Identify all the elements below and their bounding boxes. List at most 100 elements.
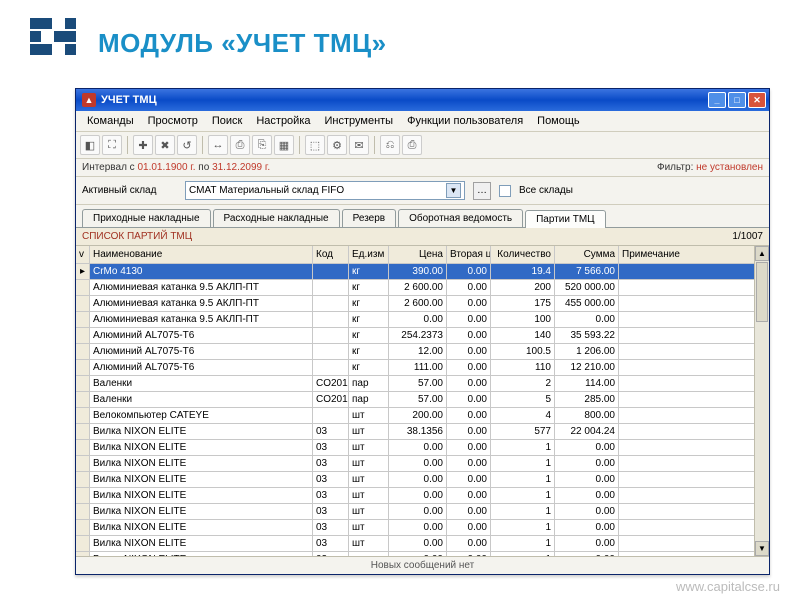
cell xyxy=(619,424,769,439)
table-row[interactable]: Вилка NIXON ELITE03шт0.000.0010.00 xyxy=(76,488,769,504)
table-row[interactable]: Вилка NIXON ELITE03шт0.000.0010.00 xyxy=(76,536,769,552)
toolbar-button-4[interactable]: ↺ xyxy=(177,135,197,155)
cell: 175 xyxy=(491,296,555,311)
tabs: Приходные накладныеРасходные накладныеРе… xyxy=(76,205,769,228)
tab-0[interactable]: Приходные накладные xyxy=(82,209,211,227)
col-qty[interactable]: Количество xyxy=(491,246,555,263)
toolbar-button-10[interactable]: ⚙ xyxy=(327,135,347,155)
cell: 22 004.24 xyxy=(555,424,619,439)
cell xyxy=(76,328,90,343)
cell: 1 xyxy=(491,552,555,556)
cell: 0.00 xyxy=(555,536,619,551)
list-title: СПИСОК ПАРТИЙ ТМЦ xyxy=(82,231,192,242)
toolbar-button-0[interactable]: ◧ xyxy=(80,135,100,155)
cell: 1 xyxy=(491,536,555,551)
cell xyxy=(619,392,769,407)
cell xyxy=(76,472,90,487)
table-row[interactable]: Вилка NIXON ELITE03шт0.000.0010.00 xyxy=(76,520,769,536)
col-note[interactable]: Примечание xyxy=(619,246,769,263)
tab-2[interactable]: Резерв xyxy=(342,209,396,227)
cell: шт xyxy=(349,504,389,519)
menu-item-2[interactable]: Поиск xyxy=(205,113,249,129)
toolbar-button-6[interactable]: ⎙ xyxy=(230,135,250,155)
scroll-up-icon[interactable]: ▲ xyxy=(755,246,769,261)
table-row[interactable]: Алюминиевая катанка 9.5 АКЛП-ПТкг2 600.0… xyxy=(76,296,769,312)
cell: Вилка NIXON ELITE xyxy=(90,536,313,551)
menu-item-3[interactable]: Настройка xyxy=(249,113,317,129)
toolbar-button-3[interactable]: ✖ xyxy=(155,135,175,155)
warehouse-row: Активный склад СМАТ Материальный склад F… xyxy=(76,177,769,205)
toolbar-button-1[interactable]: ⛶ xyxy=(102,135,122,155)
menu-item-1[interactable]: Просмотр xyxy=(141,113,205,129)
col-code[interactable]: Код xyxy=(313,246,349,263)
table-row[interactable]: Вилка NIXON ELITE03шт0.000.0010.00 xyxy=(76,456,769,472)
table-row[interactable]: ▸CrMo 4130кг390.000.0019.47 566.00 xyxy=(76,264,769,280)
col-price[interactable]: Цена xyxy=(389,246,447,263)
all-warehouses-checkbox[interactable] xyxy=(499,185,511,197)
menu-item-0[interactable]: Команды xyxy=(80,113,141,129)
cell xyxy=(313,296,349,311)
tab-3[interactable]: Оборотная ведомость xyxy=(398,209,523,227)
scroll-thumb[interactable] xyxy=(756,262,768,322)
tab-4[interactable]: Партии ТМЦ xyxy=(525,210,605,228)
table-row[interactable]: ВаленкиCO201пар57.000.002114.00 xyxy=(76,376,769,392)
col-marker[interactable]: v xyxy=(76,246,90,263)
toolbar-button-8[interactable]: ▦ xyxy=(274,135,294,155)
toolbar-button-13[interactable]: ⎙ xyxy=(402,135,422,155)
cell: 111.00 xyxy=(389,360,447,375)
table-row[interactable]: Вилка NIXON ELITE03шт0.000.0010.00 xyxy=(76,552,769,556)
cell: 0.00 xyxy=(389,456,447,471)
maximize-button[interactable]: □ xyxy=(728,92,746,108)
scroll-down-icon[interactable]: ▼ xyxy=(755,541,769,556)
table-row[interactable]: Алюминиевая катанка 9.5 АКЛП-ПТкг2 600.0… xyxy=(76,280,769,296)
minimize-button[interactable]: _ xyxy=(708,92,726,108)
cell: 03 xyxy=(313,504,349,519)
toolbar-button-7[interactable]: ⎘ xyxy=(252,135,272,155)
cell: 0.00 xyxy=(389,552,447,556)
chevron-down-icon[interactable]: ▼ xyxy=(446,183,461,198)
col-price2[interactable]: Вторая цена xyxy=(447,246,491,263)
table-row[interactable]: Алюминий AL7075-T6кг12.000.00100.51 206.… xyxy=(76,344,769,360)
table-row[interactable]: Вилка NIXON ELITE03шт0.000.0010.00 xyxy=(76,440,769,456)
cell: Вилка NIXON ELITE xyxy=(90,424,313,439)
col-name[interactable]: Наименование xyxy=(90,246,313,263)
toolbar-button-2[interactable]: ✚ xyxy=(133,135,153,155)
menu-item-6[interactable]: Помощь xyxy=(530,113,587,129)
warehouse-select[interactable]: СМАТ Материальный склад FIFO ▼ xyxy=(185,181,465,200)
cell: 1 xyxy=(491,440,555,455)
col-sum[interactable]: Сумма xyxy=(555,246,619,263)
cell: Алюминиевая катанка 9.5 АКЛП-ПТ xyxy=(90,312,313,327)
table-row[interactable]: Велокомпьютер CATEYEшт200.000.004800.00 xyxy=(76,408,769,424)
table-row[interactable]: ВаленкиCO201пар57.000.005285.00 xyxy=(76,392,769,408)
cell: 03 xyxy=(313,536,349,551)
cell: 0.00 xyxy=(447,280,491,295)
toolbar-button-5[interactable]: ↔ xyxy=(208,135,228,155)
table-row[interactable]: Вилка NIXON ELITE03шт0.000.0010.00 xyxy=(76,472,769,488)
table-row[interactable]: Вилка NIXON ELITE03шт0.000.0010.00 xyxy=(76,504,769,520)
tab-1[interactable]: Расходные накладные xyxy=(213,209,340,227)
cell: 03 xyxy=(313,488,349,503)
col-unit[interactable]: Ед.изм xyxy=(349,246,389,263)
cell: 200.00 xyxy=(389,408,447,423)
cell: шт xyxy=(349,456,389,471)
toolbar: ◧⛶✚✖↺↔⎙⎘▦⬚⚙✉⎌⎙ xyxy=(76,132,769,159)
close-button[interactable]: ✕ xyxy=(748,92,766,108)
cell: 800.00 xyxy=(555,408,619,423)
cell: шт xyxy=(349,424,389,439)
toolbar-button-12[interactable]: ⎌ xyxy=(380,135,400,155)
cell: 0.00 xyxy=(447,472,491,487)
table-row[interactable]: Алюминий AL7075-T6кг254.23730.0014035 59… xyxy=(76,328,769,344)
window-titlebar[interactable]: ▲ УЧЕТ ТМЦ _ □ ✕ xyxy=(76,89,769,111)
cell: Велокомпьютер CATEYE xyxy=(90,408,313,423)
toolbar-button-9[interactable]: ⬚ xyxy=(305,135,325,155)
data-grid[interactable]: v Наименование Код Ед.изм Цена Вторая це… xyxy=(76,246,769,556)
warehouse-clear-button[interactable]: … xyxy=(473,182,491,200)
toolbar-button-11[interactable]: ✉ xyxy=(349,135,369,155)
menu-item-5[interactable]: Функции пользователя xyxy=(400,113,530,129)
table-row[interactable]: Вилка NIXON ELITE03шт38.13560.0057722 00… xyxy=(76,424,769,440)
menu-item-4[interactable]: Инструменты xyxy=(318,113,401,129)
table-row[interactable]: Алюминиевая катанка 9.5 АКЛП-ПТкг0.000.0… xyxy=(76,312,769,328)
cell: 0.00 xyxy=(447,360,491,375)
table-row[interactable]: Алюминий AL7075-T6кг111.000.0011012 210.… xyxy=(76,360,769,376)
vertical-scrollbar[interactable]: ▲ ▼ xyxy=(754,246,769,556)
